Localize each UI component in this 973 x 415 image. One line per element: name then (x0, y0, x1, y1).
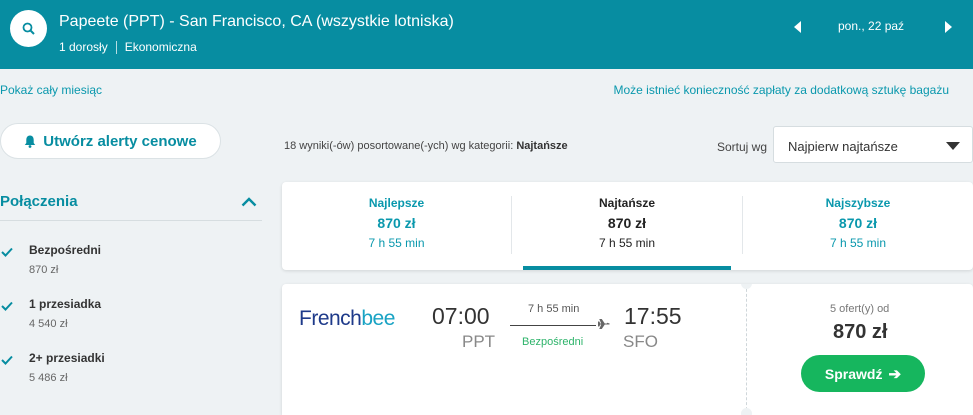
stops-filter-header[interactable]: Połączenia (0, 193, 262, 221)
separator (115, 40, 117, 54)
flight-result-card[interactable]: Frenchbee 07:00 PPT 7 h 55 min Bezpośred… (282, 284, 973, 415)
tab-duration: 7 h 55 min (829, 236, 887, 250)
sort-dropdown-value: Najpierw najtańsze (788, 139, 898, 154)
search-header: Papeete (PPT) - San Francisco, CA (wszys… (0, 0, 973, 69)
card-divider (746, 284, 747, 415)
filter-price: 5 486 zł (29, 372, 68, 384)
check-icon (1, 355, 13, 365)
check-button-label: Sprawdź (824, 365, 883, 382)
sort-dropdown[interactable]: Najpierw najtańsze (773, 126, 973, 163)
cabin-class: Ekonomiczna (124, 40, 197, 54)
search-button[interactable] (10, 10, 47, 47)
check-icon (1, 247, 13, 257)
caret-down-icon (946, 142, 960, 150)
filter-one-stop[interactable]: 1 przesiadka 4 540 zł (0, 297, 120, 337)
sort-label: Sortuj wg (717, 140, 768, 154)
tab-price: 870 zł (607, 215, 647, 231)
results-count: 18 wyniki(-ów) posortowane(-ych) wg kate… (284, 140, 568, 152)
stops-filter-title: Połączenia (0, 193, 78, 210)
direct-checkbox[interactable] (0, 245, 14, 259)
bell-icon (25, 135, 36, 148)
baggage-fee-link[interactable]: Może istnieć konieczność zapłaty za doda… (613, 83, 949, 97)
route-title[interactable]: Papeete (PPT) - San Francisco, CA (wszys… (59, 13, 454, 31)
card-notch (741, 284, 752, 289)
show-month-link[interactable]: Pokaż cały miesiąc (0, 83, 102, 97)
tab-duration: 7 h 55 min (368, 236, 425, 250)
passengers-count: 1 dorosły (59, 40, 108, 54)
tab-best[interactable]: Najlepsze 870 zł 7 h 55 min (282, 182, 511, 270)
flight-duration: 7 h 55 min (528, 303, 580, 315)
airline-logo-part2: bee (361, 307, 395, 330)
chevron-left-icon (794, 21, 801, 33)
tab-name: Najszybsze (825, 196, 891, 210)
plane-icon (598, 319, 610, 329)
departure-time: 07:00 (432, 303, 490, 329)
one-stop-checkbox[interactable] (0, 299, 14, 313)
tab-name: Najlepsze (368, 196, 425, 210)
filter-label: 1 przesiadka (29, 297, 102, 311)
filter-label: Bezpośredni (29, 243, 102, 257)
tab-price: 870 zł (838, 215, 878, 231)
filter-two-plus-stops[interactable]: 2+ przesiadki 5 486 zł (0, 351, 120, 391)
stops-info: Bezpośredni (522, 336, 584, 348)
prev-date-button[interactable] (792, 20, 804, 34)
active-tab-indicator (523, 266, 731, 270)
departure-airport: PPT (462, 332, 496, 351)
airline-logo-part1: French (299, 307, 362, 330)
filter-price: 4 540 zł (29, 318, 68, 330)
tab-fastest[interactable]: Najszybsze 870 zł 7 h 55 min (743, 182, 973, 270)
tab-duration: 7 h 55 min (598, 236, 656, 250)
chevron-up-icon[interactable] (241, 197, 257, 207)
filter-label: 2+ przesiadki (29, 351, 105, 365)
alert-button-label: Utwórz alerty cenowe (43, 132, 197, 150)
arrival-airport: SFO (623, 332, 658, 351)
results-sort-category: Najtańsze (516, 140, 568, 152)
check-deal-button[interactable]: Sprawdź ➔ (801, 355, 925, 392)
arrival-time: 17:55 (624, 303, 682, 329)
airline-logo: Frenchbee (299, 307, 395, 331)
flight-line (510, 325, 596, 326)
check-icon (1, 301, 13, 311)
filter-direct[interactable]: Bezpośredni 870 zł (0, 243, 120, 283)
next-date-button[interactable] (942, 20, 954, 34)
sort-tabs: Najlepsze 870 zł 7 h 55 min Najtańsze 87… (282, 182, 973, 270)
card-notch (741, 408, 752, 415)
tab-price: 870 zł (377, 215, 416, 231)
filter-price: 870 zł (29, 264, 59, 276)
results-count-text: 18 wyniki(-ów) posortowane(-ych) wg kate… (284, 140, 514, 152)
search-icon (22, 22, 35, 35)
departure-date[interactable]: pon., 22 paź (838, 19, 904, 33)
two-plus-stops-checkbox[interactable] (0, 353, 14, 367)
tab-name: Najtańsze (598, 196, 656, 210)
passenger-summary[interactable]: 1 dorosły Ekonomiczna (59, 40, 197, 54)
offers-count: 5 ofert(y) od (830, 303, 890, 315)
chevron-right-icon (945, 21, 952, 33)
arrow-right-icon: ➔ (888, 365, 902, 383)
tab-cheapest[interactable]: Najtańsze 870 zł 7 h 55 min (512, 182, 742, 270)
create-price-alert-button[interactable]: Utwórz alerty cenowe (0, 123, 221, 159)
flight-price: 870 zł (833, 321, 888, 343)
